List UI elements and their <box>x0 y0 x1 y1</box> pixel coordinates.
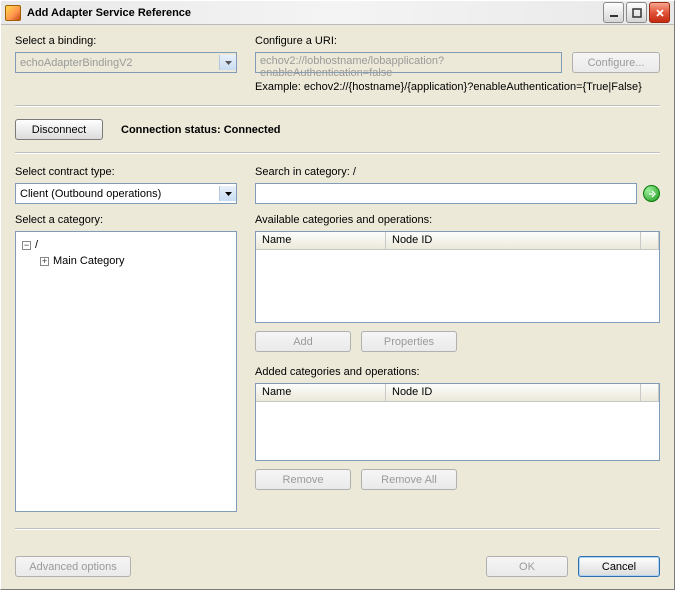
properties-button: Properties <box>361 331 457 352</box>
uri-value: echov2://lobhostname/lobapplication?enab… <box>260 55 444 79</box>
divider <box>15 152 660 154</box>
col-spacer <box>641 384 659 401</box>
listview-header: Name Node ID <box>256 384 659 402</box>
search-label: Search in category: / <box>255 166 660 178</box>
connection-status-value: Connected <box>224 124 281 136</box>
binding-label: Select a binding: <box>15 35 237 47</box>
expand-icon[interactable]: + <box>40 257 49 266</box>
titlebar: Add Adapter Service Reference <box>1 1 674 25</box>
uri-example: Example: echov2://{hostname}/{applicatio… <box>255 81 660 93</box>
col-node-id[interactable]: Node ID <box>386 232 641 249</box>
chevron-down-icon <box>219 186 236 201</box>
minimize-button[interactable] <box>603 2 624 23</box>
remove-button: Remove <box>255 469 351 490</box>
tree-root-label: / <box>35 239 38 251</box>
remove-all-button: Remove All <box>361 469 457 490</box>
maximize-button[interactable] <box>626 2 647 23</box>
available-label: Available categories and operations: <box>255 214 660 226</box>
search-input[interactable] <box>255 183 637 204</box>
connection-status-label: Connection status: <box>121 124 221 136</box>
tree-child[interactable]: + Main Category <box>40 254 230 268</box>
close-button[interactable] <box>649 2 670 23</box>
contract-combo[interactable]: Client (Outbound operations) <box>15 183 237 204</box>
col-spacer <box>641 232 659 249</box>
available-listview[interactable]: Name Node ID <box>255 231 660 323</box>
added-listview[interactable]: Name Node ID <box>255 383 660 461</box>
dialog-window: Add Adapter Service Reference Select a b… <box>0 0 675 590</box>
search-go-icon[interactable] <box>643 185 660 202</box>
binding-combo: echoAdapterBindingV2 <box>15 52 237 73</box>
col-node-id[interactable]: Node ID <box>386 384 641 401</box>
uri-label: Configure a URI: <box>255 35 660 47</box>
collapse-icon[interactable]: − <box>22 241 31 250</box>
cancel-button[interactable]: Cancel <box>578 556 660 577</box>
binding-value: echoAdapterBindingV2 <box>20 57 133 69</box>
configure-button: Configure... <box>572 52 660 73</box>
chevron-down-icon <box>219 55 236 70</box>
divider <box>15 528 660 530</box>
ok-button: OK <box>486 556 568 577</box>
col-name[interactable]: Name <box>256 232 386 249</box>
disconnect-button[interactable]: Disconnect <box>15 119 103 140</box>
contract-label: Select contract type: <box>15 166 237 178</box>
window-title: Add Adapter Service Reference <box>27 7 603 19</box>
category-tree[interactable]: − / + Main Category <box>15 231 237 512</box>
uri-textbox: echov2://lobhostname/lobapplication?enab… <box>255 52 562 73</box>
app-icon <box>5 5 21 21</box>
contract-value: Client (Outbound operations) <box>20 188 161 200</box>
category-label: Select a category: <box>15 214 237 226</box>
add-button: Add <box>255 331 351 352</box>
tree-root[interactable]: − / <box>22 238 230 252</box>
tree-child-label: Main Category <box>53 255 125 267</box>
col-name[interactable]: Name <box>256 384 386 401</box>
added-label: Added categories and operations: <box>255 366 660 378</box>
listview-header: Name Node ID <box>256 232 659 250</box>
divider <box>15 105 660 107</box>
advanced-options-button: Advanced options <box>15 556 131 577</box>
footer: Advanced options OK Cancel <box>15 556 660 577</box>
